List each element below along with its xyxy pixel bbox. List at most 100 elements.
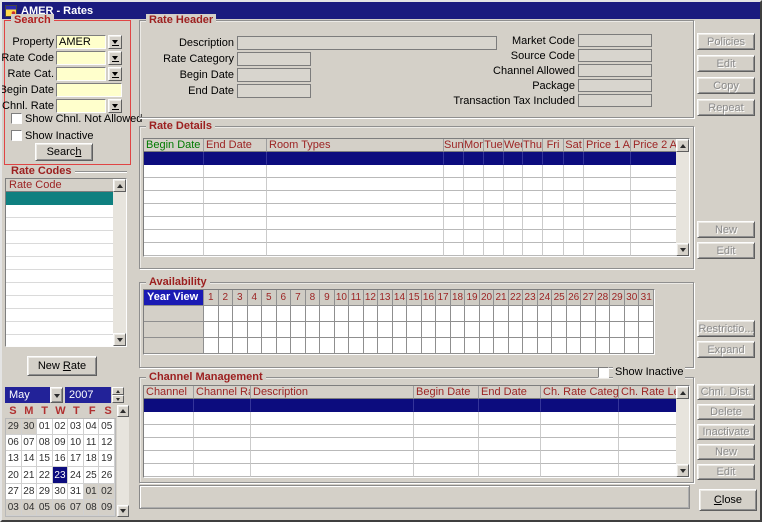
search-property-input[interactable] <box>56 35 106 49</box>
calendar-day[interactable]: 25 <box>84 467 100 483</box>
availability-row[interactable] <box>144 338 654 354</box>
rate-code-row[interactable] <box>6 309 113 322</box>
rate-header-field-package[interactable] <box>578 79 652 92</box>
calendar-day[interactable]: 24 <box>68 467 84 483</box>
calendar-day[interactable]: 12 <box>99 435 115 451</box>
scroll-down-button[interactable] <box>676 243 689 256</box>
calendar-day[interactable]: 21 <box>22 467 38 483</box>
calendar-day[interactable]: 02 <box>99 484 115 500</box>
rate-details-new-button[interactable]: New <box>697 221 755 238</box>
calendar-day[interactable]: 16 <box>53 451 69 467</box>
search-rate-cat-lov-button[interactable] <box>108 67 122 81</box>
rate-code-row[interactable] <box>6 257 113 270</box>
scrollbar-track[interactable] <box>117 417 129 505</box>
rate-header-edit-button[interactable]: Edit <box>697 55 755 72</box>
calendar-day[interactable]: 11 <box>84 435 100 451</box>
calendar-month-dropdown-button[interactable] <box>50 387 63 403</box>
delete-button[interactable]: Delete <box>697 404 755 420</box>
rate-details-row[interactable] <box>144 217 676 230</box>
calendar-scrollbar[interactable] <box>117 405 129 517</box>
calendar-day[interactable]: 18 <box>84 451 100 467</box>
calendar-day[interactable]: 03 <box>6 500 22 516</box>
calendar-day[interactable]: 28 <box>22 484 38 500</box>
channel-row[interactable] <box>144 399 676 412</box>
scroll-up-button[interactable] <box>676 139 689 152</box>
year-view-header[interactable]: Year View <box>144 290 204 306</box>
scroll-up-button[interactable] <box>676 386 689 399</box>
rate-details-row[interactable] <box>144 243 676 256</box>
checkbox-show-chnl-not-allowed[interactable] <box>11 113 22 124</box>
rate-code-row[interactable] <box>6 218 113 231</box>
rate-header-field-begin-date[interactable] <box>237 68 311 82</box>
copy-button[interactable]: Copy <box>697 77 755 94</box>
calendar-day[interactable]: 07 <box>68 500 84 516</box>
checkbox-show-inactive[interactable] <box>11 130 22 141</box>
channel-dist-button[interactable]: Chnl. Dist. <box>697 384 755 400</box>
calendar-day[interactable]: 29 <box>6 419 22 435</box>
rate-header-field-market-code[interactable] <box>578 34 652 47</box>
calendar-day[interactable]: 02 <box>53 419 69 435</box>
rate-code-row[interactable] <box>6 322 113 335</box>
calendar-day[interactable]: 01 <box>84 484 100 500</box>
restrictions-button[interactable]: Restrictio... <box>697 320 755 337</box>
rate-code-row[interactable] <box>6 244 113 257</box>
scroll-down-button[interactable] <box>113 333 126 346</box>
calendar-day[interactable]: 08 <box>37 435 53 451</box>
availability-row[interactable] <box>144 306 654 322</box>
calendar-day[interactable]: 01 <box>37 419 53 435</box>
calendar-day[interactable]: 26 <box>99 467 115 483</box>
search-property-lov-button[interactable] <box>108 35 122 49</box>
search-chnl-rate-lov-button[interactable] <box>108 99 122 113</box>
rate-header-field-transaction-tax-included[interactable] <box>578 94 652 107</box>
calendar-day[interactable]: 05 <box>37 500 53 516</box>
calendar-day-selected[interactable]: 23 <box>53 467 69 483</box>
calendar-day[interactable]: 19 <box>99 451 115 467</box>
channel-edit-button[interactable]: Edit <box>697 464 755 480</box>
calendar-day[interactable]: 27 <box>6 484 22 500</box>
calendar-day[interactable]: 06 <box>6 435 22 451</box>
new-rate-button[interactable]: New Rate <box>27 356 97 376</box>
calendar-day[interactable]: 07 <box>22 435 38 451</box>
rate-details-row[interactable] <box>144 191 676 204</box>
calendar-day[interactable]: 08 <box>84 500 100 516</box>
rate-code-row[interactable] <box>6 296 113 309</box>
channel-row[interactable] <box>144 451 676 464</box>
close-button[interactable]: Close <box>699 489 757 511</box>
calendar-day[interactable]: 20 <box>6 467 22 483</box>
calendar-day[interactable]: 04 <box>84 419 100 435</box>
rate-codes-scrollbar[interactable] <box>113 179 126 346</box>
scroll-up-button[interactable] <box>117 405 129 417</box>
title-bar[interactable]: AMER - Rates <box>2 2 760 19</box>
rate-header-field-rate-category[interactable] <box>237 52 311 66</box>
scroll-up-button[interactable] <box>113 179 126 192</box>
calendar-day[interactable]: 15 <box>37 451 53 467</box>
scroll-down-button[interactable] <box>117 505 129 517</box>
rate-details-row[interactable] <box>144 204 676 217</box>
calendar-day[interactable]: 13 <box>6 451 22 467</box>
search-rate-cat-input[interactable] <box>56 67 106 81</box>
channel-new-button[interactable]: New <box>697 444 755 460</box>
calendar-day[interactable]: 17 <box>68 451 84 467</box>
availability-row[interactable] <box>144 322 654 338</box>
calendar-day[interactable]: 09 <box>53 435 69 451</box>
expand-button[interactable]: Expand <box>697 341 755 358</box>
policies-button[interactable]: Policies <box>697 33 755 50</box>
calendar-day[interactable]: 14 <box>22 451 38 467</box>
calendar-year[interactable]: 2007 <box>65 387 111 403</box>
rate-code-row[interactable] <box>6 283 113 296</box>
search-rate-code-lov-button[interactable] <box>108 51 122 65</box>
search-rate-code-input[interactable] <box>56 51 106 65</box>
channel-row[interactable] <box>144 464 676 477</box>
calendar-day[interactable]: 31 <box>68 484 84 500</box>
rate-header-field-channel-allowed[interactable] <box>578 64 652 77</box>
calendar-day[interactable]: 30 <box>53 484 69 500</box>
scrollbar-track[interactable] <box>113 192 126 333</box>
year-down-button[interactable] <box>112 395 124 403</box>
rate-details-edit-button[interactable]: Edit <box>697 242 755 259</box>
scrollbar-track[interactable] <box>676 152 689 243</box>
rate-code-row[interactable] <box>6 192 113 205</box>
rate-header-field-source-code[interactable] <box>578 49 652 62</box>
calendar-day[interactable]: 03 <box>68 419 84 435</box>
calendar-day[interactable]: 22 <box>37 467 53 483</box>
rate-code-row[interactable] <box>6 335 113 347</box>
